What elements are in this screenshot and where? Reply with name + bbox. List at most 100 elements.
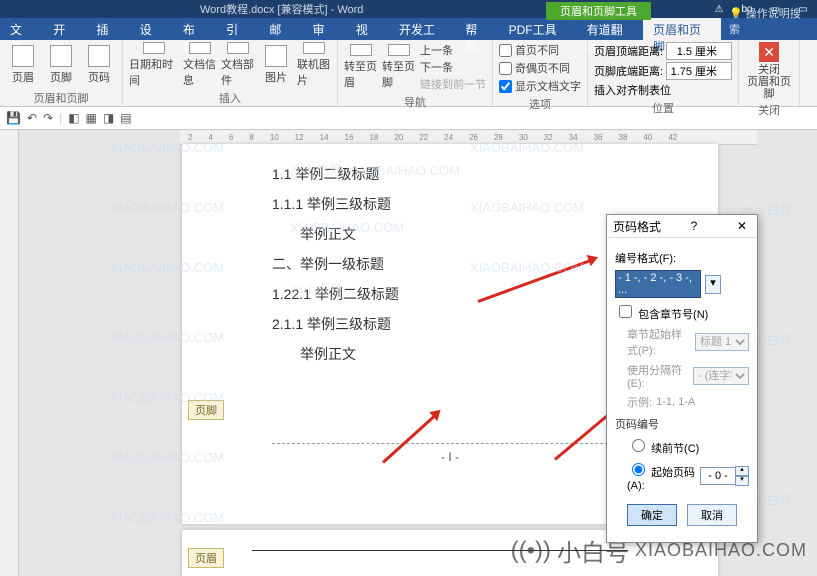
ribbon-group-insert: 日期和时间 文档信息 文档部件 图片 联机图片 插入 bbox=[123, 40, 338, 106]
dialog-help-icon[interactable]: ? bbox=[691, 219, 698, 233]
ribbon-group-position: 页眉顶端距离:1.5 厘米 页脚底端距离:1.75 厘米 插入对齐制表位 位置 bbox=[588, 40, 739, 106]
doc-text: 1.1.1 举例三级标题 bbox=[272, 194, 628, 214]
date-time-button[interactable]: 日期和时间 bbox=[129, 42, 179, 88]
vertical-ruler[interactable] bbox=[0, 130, 19, 576]
number-format-select[interactable]: - 1 -, - 2 -, - 3 -, ... bbox=[615, 270, 701, 298]
goto-footer-button[interactable]: 转至页脚 bbox=[382, 44, 416, 90]
qat-icon[interactable]: ◧ bbox=[68, 111, 79, 125]
show-doc-text-check[interactable]: 显示文档文字 bbox=[499, 78, 581, 94]
tab-review[interactable]: 审阅 bbox=[303, 18, 346, 40]
page-number-icon bbox=[88, 45, 110, 67]
header-distance-input[interactable]: 1.5 厘米 bbox=[666, 42, 732, 60]
document-title: Word教程.docx [兼容模式] - Word bbox=[200, 1, 363, 17]
example-label: 示例: bbox=[627, 394, 652, 410]
group-label: 关闭 bbox=[745, 100, 793, 120]
doc-info-button[interactable]: 文档信息 bbox=[183, 42, 217, 88]
title-bar: Word教程.docx [兼容模式] - Word 页眉和页脚工具 ⚠ bo ▭… bbox=[0, 0, 817, 18]
ribbon-group-navigation: 转至页眉 转至页脚 上一条 下一条 链接到前一节 导航 bbox=[338, 40, 493, 106]
cancel-button[interactable]: 取消 bbox=[687, 504, 737, 526]
doc-text: 举例正文 bbox=[300, 344, 628, 364]
horizontal-ruler[interactable]: 24681012141618202224262830323436384042 bbox=[180, 130, 757, 145]
ribbon-tabs: 文件 开始 插入 设计 布局 引用 邮件 审阅 视图 开发工具 帮助 PDF工具… bbox=[0, 18, 817, 40]
doc-text: 二、举例一级标题 bbox=[272, 254, 628, 274]
header-button[interactable]: 页眉 bbox=[6, 42, 40, 88]
info-icon bbox=[189, 42, 211, 54]
link-previous[interactable]: 链接到前一节 bbox=[420, 76, 486, 92]
tab-header-footer[interactable]: 页眉和页脚 bbox=[643, 18, 721, 40]
picture-button[interactable]: 图片 bbox=[259, 42, 293, 88]
context-tool-tab: 页眉和页脚工具 bbox=[546, 2, 651, 20]
tab-insert[interactable]: 插入 bbox=[86, 18, 129, 40]
insert-tab-button[interactable]: 插入对齐制表位 bbox=[594, 82, 671, 98]
group-label: 导航 bbox=[344, 92, 486, 112]
online-picture-button[interactable]: 联机图片 bbox=[297, 42, 331, 88]
separator-select: - (连字符) bbox=[693, 367, 749, 385]
spin-up-icon[interactable]: ▴ bbox=[735, 466, 749, 476]
tab-file[interactable]: 文件 bbox=[0, 18, 43, 40]
tab-view[interactable]: 视图 bbox=[346, 18, 389, 40]
qat-icon[interactable]: ◨ bbox=[103, 111, 114, 125]
continue-radio[interactable]: 续前节(C) bbox=[627, 436, 699, 456]
undo-icon[interactable]: ↶ bbox=[27, 111, 37, 125]
start-at-radio[interactable]: 起始页码(A): bbox=[627, 460, 696, 492]
header-distance-label: 页眉顶端距离: bbox=[594, 43, 663, 59]
header-tag: 页眉 bbox=[188, 548, 224, 568]
ok-button[interactable]: 确定 bbox=[627, 504, 677, 526]
spin-down-icon[interactable]: ▾ bbox=[735, 476, 749, 486]
group-label: 页眉和页脚 bbox=[6, 88, 116, 108]
diff-odd-even-check[interactable]: 奇偶页不同 bbox=[499, 60, 581, 76]
example-value: 1-1, 1-A bbox=[656, 396, 695, 408]
tab-youdao[interactable]: 有道翻译 bbox=[577, 18, 643, 40]
start-at-input[interactable] bbox=[700, 467, 736, 485]
previous-link[interactable]: 上一条 bbox=[420, 42, 486, 58]
date-icon bbox=[143, 42, 165, 54]
tab-mailings[interactable]: 邮件 bbox=[259, 18, 302, 40]
tell-me-search[interactable]: 操作说明搜索 bbox=[721, 2, 817, 40]
save-icon[interactable]: 💾 bbox=[6, 111, 21, 125]
dialog-close-icon[interactable]: ✕ bbox=[733, 219, 751, 233]
include-chapter-checkbox[interactable]: 包含章节号(N) bbox=[615, 302, 708, 322]
tab-developer[interactable]: 开发工具 bbox=[389, 18, 455, 40]
separator-label: 使用分隔符(E): bbox=[627, 362, 689, 390]
chapter-style-label: 章节起始样式(P): bbox=[627, 326, 691, 358]
chapter-style-select: 标题 1 bbox=[695, 333, 749, 351]
close-header-footer-button[interactable]: ✕ 关闭 页眉和页脚 bbox=[745, 42, 793, 100]
footer-tag: 页脚 bbox=[188, 400, 224, 420]
tab-help[interactable]: 帮助 bbox=[455, 18, 498, 40]
chevron-down-icon[interactable]: ▾ bbox=[705, 275, 721, 294]
tab-references[interactable]: 引用 bbox=[216, 18, 259, 40]
footer-button[interactable]: 页脚 bbox=[44, 42, 78, 88]
redo-icon[interactable]: ↷ bbox=[43, 111, 53, 125]
qat-icon[interactable]: ▤ bbox=[120, 111, 131, 125]
footer-distance-label: 页脚底端距离: bbox=[594, 63, 663, 79]
tab-design[interactable]: 设计 bbox=[130, 18, 173, 40]
next-link[interactable]: 下一条 bbox=[420, 59, 486, 75]
goto-header-button[interactable]: 转至页眉 bbox=[344, 44, 378, 90]
tab-home[interactable]: 开始 bbox=[43, 18, 86, 40]
header-icon bbox=[12, 45, 34, 67]
tab-pdf[interactable]: PDF工具集 bbox=[499, 18, 577, 40]
doc-text: 2.1.1 举例三级标题 bbox=[272, 314, 628, 334]
number-format-label: 编号格式(F): bbox=[615, 250, 676, 266]
page-number-format-dialog: 页码格式 ? ✕ 编号格式(F): - 1 -, - 2 -, - 3 -, .… bbox=[606, 214, 758, 543]
close-icon: ✕ bbox=[759, 42, 779, 62]
goto-header-icon bbox=[350, 44, 372, 56]
page-numbering-section: 页码编号 bbox=[615, 416, 749, 432]
doc-text: 1.1 举例二级标题 bbox=[272, 164, 628, 184]
picture-icon bbox=[265, 45, 287, 67]
doc-text: 举例正文 bbox=[300, 224, 628, 244]
qat-icon[interactable]: ▦ bbox=[86, 111, 97, 125]
ribbon: 页眉 页脚 页码 页眉和页脚 日期和时间 文档信息 文档部件 图片 联机图片 插… bbox=[0, 40, 817, 107]
footer-icon bbox=[50, 45, 72, 67]
doc-text: 1.22.1 举例二级标题 bbox=[272, 284, 628, 304]
online-picture-icon bbox=[303, 42, 325, 54]
diff-first-page-check[interactable]: 首页不同 bbox=[499, 42, 581, 58]
quick-parts-button[interactable]: 文档部件 bbox=[221, 42, 255, 88]
goto-footer-icon bbox=[388, 44, 410, 56]
page-number-button[interactable]: 页码 bbox=[82, 42, 116, 88]
ribbon-group-options: 首页不同 奇偶页不同 显示文档文字 选项 bbox=[493, 40, 588, 106]
footer-distance-input[interactable]: 1.75 厘米 bbox=[666, 62, 732, 80]
tab-layout[interactable]: 布局 bbox=[173, 18, 216, 40]
ribbon-group-close: ✕ 关闭 页眉和页脚 关闭 bbox=[739, 40, 800, 106]
group-label: 位置 bbox=[594, 98, 732, 118]
